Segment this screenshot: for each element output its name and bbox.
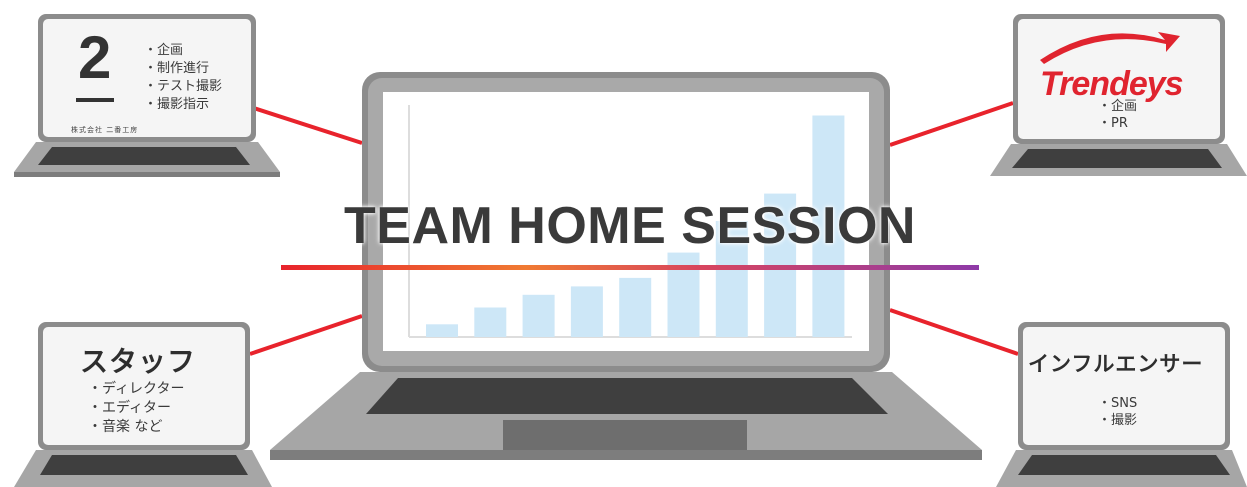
bottom-left-role-list: ・ディレクター ・エディター ・音楽 など <box>88 380 184 437</box>
list-item: ・SNS <box>1098 396 1138 411</box>
list-item: ・企画 <box>144 43 184 58</box>
connector-line-top-right <box>889 101 1014 147</box>
company-number: 2 <box>78 24 112 91</box>
influencer-title: インフルエンサー <box>1028 352 1204 376</box>
staff-title: スタッフ <box>80 345 197 378</box>
trackpad <box>503 420 747 450</box>
bottom-right-role-list: ・SNS ・撮影 <box>1098 395 1137 429</box>
chart-bar-5 <box>619 277 652 337</box>
list-item: ・テスト撮影 <box>144 79 223 94</box>
headline-underline <box>281 265 979 270</box>
list-item: ・PR <box>1098 116 1128 131</box>
connector-line-top-left <box>237 101 363 145</box>
headline-title: TEAM HOME SESSION <box>344 197 916 255</box>
list-item: ・音楽 など <box>88 419 163 435</box>
list-item: ・撮影指示 <box>144 97 210 112</box>
chart-bar-4 <box>570 286 603 337</box>
company-name: 株式会社 二番工房 <box>71 126 139 134</box>
list-item: ・制作進行 <box>144 61 210 76</box>
chart-bar-1 <box>426 324 458 337</box>
top-left-role-list: ・企画 ・制作進行 ・テスト撮影 ・撮影指示 <box>144 42 222 114</box>
chart-bar-3 <box>522 294 555 337</box>
list-item: ・ディレクター <box>88 381 185 397</box>
list-item: ・企画 <box>1098 99 1138 114</box>
chart-bar-2 <box>474 307 507 337</box>
top-right-role-list: ・企画 ・PR <box>1098 98 1137 132</box>
connector-line-bottom-right <box>889 308 1019 356</box>
list-item: ・撮影 <box>1098 413 1138 428</box>
connector-line-bottom-left <box>249 314 363 356</box>
list-item: ・エディター <box>88 400 172 416</box>
keyboard <box>366 378 888 414</box>
company-number-underline <box>76 98 114 102</box>
